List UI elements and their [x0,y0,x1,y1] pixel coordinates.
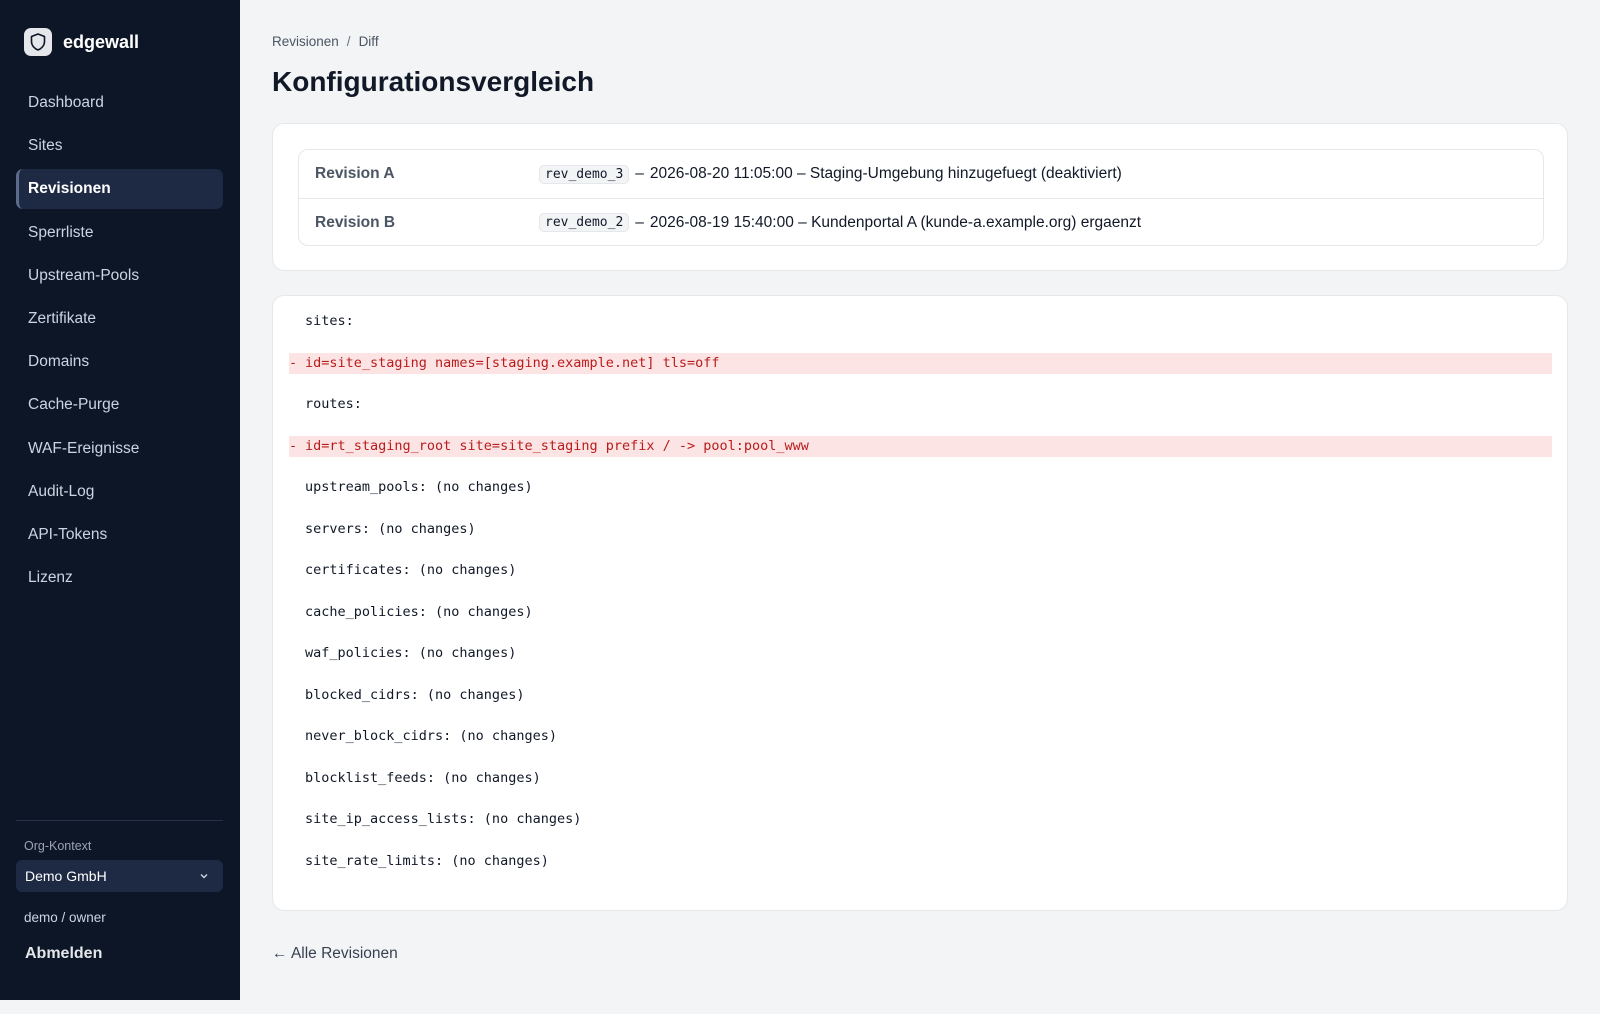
diff-marker: - [289,354,298,371]
diff-line-context: routes: [289,394,1552,415]
diff-text: upstream_pools: (no changes) [305,479,533,495]
page-title: Konfigurationsvergleich [272,66,595,97]
breadcrumb: Revisionen / Diff [272,34,379,49]
sidebar-item-domains[interactable]: Domains [16,342,223,382]
revision-row: Revision B rev_demo_2–2026-08-19 15:40:00… [299,198,1543,245]
diff-line-context: waf_policies: (no changes) [289,643,1552,664]
revision-id: rev_demo_3 [539,164,630,184]
chevron-down-icon [199,860,209,892]
diff-line-context: sites: [289,311,1552,332]
revision-id: rev_demo_2 [539,213,630,232]
sidebar-item-lizenz[interactable]: Lizenz [16,558,223,598]
sidebar-nav: Dashboard Sites Revisionen Sperrliste Upstre… [16,83,223,601]
sidebar-item-zertifikate[interactable]: Zertifikate [16,299,223,339]
sidebar-item-cache-purge[interactable]: Cache-Purge [16,385,223,425]
sidebar-item-revisionen[interactable]: Revisionen [16,169,223,210]
diff-line-context: blocklist_feeds: (no changes) [289,768,1552,789]
revision-description: 2026-08-19 15:40:00 – Kundenportal A (ku… [649,213,1142,231]
diff-text: waf_policies: (no changes) [305,645,517,661]
sidebar-item-upstream-pools[interactable]: Upstream-Pools [16,256,223,296]
diff-card: sites: - id=site_staging names=[staging.ex… [272,295,1568,911]
diff-text: site_ip_access_lists: (no changes) [305,811,582,827]
revision-label: Revision B [315,213,396,231]
back-to-revisions-link[interactable]: ← Alle Revisionen [272,945,398,963]
revision-separator: – [635,213,644,231]
diff-line-context: cache_policies: (no changes) [289,602,1552,623]
sidebar-item-audit-log[interactable]: Audit-Log [16,472,223,512]
sidebar: edgewall Dashboard Sites Revisionen Sperrli… [0,0,240,1000]
sidebar-item-waf-ereignisse[interactable]: WAF-Ereignisse [16,429,223,469]
shield-icon [24,28,52,56]
diff-text: id=site_staging names=[staging.example.n… [305,354,720,371]
diff-text: id=rt_staging_root site=site_staging pre… [305,437,809,454]
diff-lines: sites: - id=site_staging names=[staging.ex… [289,311,1552,892]
diff-text: cache_policies: (no changes) [305,603,533,620]
sidebar-item-sperrliste[interactable]: Sperrliste [16,213,223,253]
sidebar-divider [16,820,223,821]
diff-text: blocked_cidrs: (no changes) [305,686,525,703]
breadcrumb-link-revisionen[interactable]: Revisionen [272,34,339,49]
diff-text: certificates: (no changes) [305,562,517,578]
diff-marker: - [289,437,298,454]
revision-separator: – [635,165,644,182]
revision-description: 2026-08-20 11:05:00 – Staging-Umgebung h… [649,165,1122,182]
sidebar-item-sites[interactable]: Sites [16,126,223,166]
diff-line-context: certificates: (no changes) [289,560,1552,581]
sidebar-item-api-tokens[interactable]: API-Tokens [16,515,223,555]
diff-text: routes: [305,396,362,412]
diff-line-removed: - id=rt_staging_root site=site_staging pr… [289,435,1552,457]
diff-text: sites: [305,313,354,329]
revision-card: Revision Arev_demo_3–2026-08-20 11:05:00… [272,123,1568,271]
diff-line-context: site_ip_access_lists: (no changes) [289,809,1552,830]
diff-line-context: upstream_pools: (no changes) [289,477,1552,498]
org-selected-value: Demo GmbH [25,868,107,884]
revision-label: Revision A [315,165,395,182]
revision-row: Revision A rev_demo_3–2026-08-20 11:05:00… [299,150,1543,198]
brand[interactable]: edgewall [24,28,139,56]
breadcrumb-current: Diff [358,34,379,49]
logout-button[interactable]: Abmelden [25,945,102,963]
current-user: demo / owner [24,910,106,925]
breadcrumb-separator: / [346,34,351,49]
revision-table: Revision Arev_demo_3–2026-08-20 11:05:00… [298,149,1544,246]
page-bottom [0,1000,1600,1014]
diff-line-context: site_rate_limits: (no changes) [289,851,1552,872]
app-name: edgewall [63,31,140,52]
diff-line-context: never_block_cidrs: (no changes) [289,726,1552,747]
diff-line-removed: - id=site_staging names=[staging.example.… [289,352,1552,374]
diff-line-context: servers: (no changes) [289,519,1552,540]
revision-value: rev_demo_3–2026-08-20 11:05:00 – Staging… [539,164,1122,184]
diff-text: blocklist_feeds: (no changes) [305,769,541,786]
diff-text: never_block_cidrs: (no changes) [305,728,557,744]
diff-text: servers: (no changes) [305,520,476,537]
diff-line-context: blocked_cidrs: (no changes) [289,685,1552,706]
org-context-label: Org-Kontext [24,839,92,853]
revision-value: rev_demo_2–2026-08-19 15:40:00 – Kundenp… [539,213,1141,232]
sidebar-item-dashboard[interactable]: Dashboard [16,83,223,123]
org-context-select[interactable]: Demo GmbH [16,860,223,892]
diff-text: site_rate_limits: (no changes) [305,852,549,869]
